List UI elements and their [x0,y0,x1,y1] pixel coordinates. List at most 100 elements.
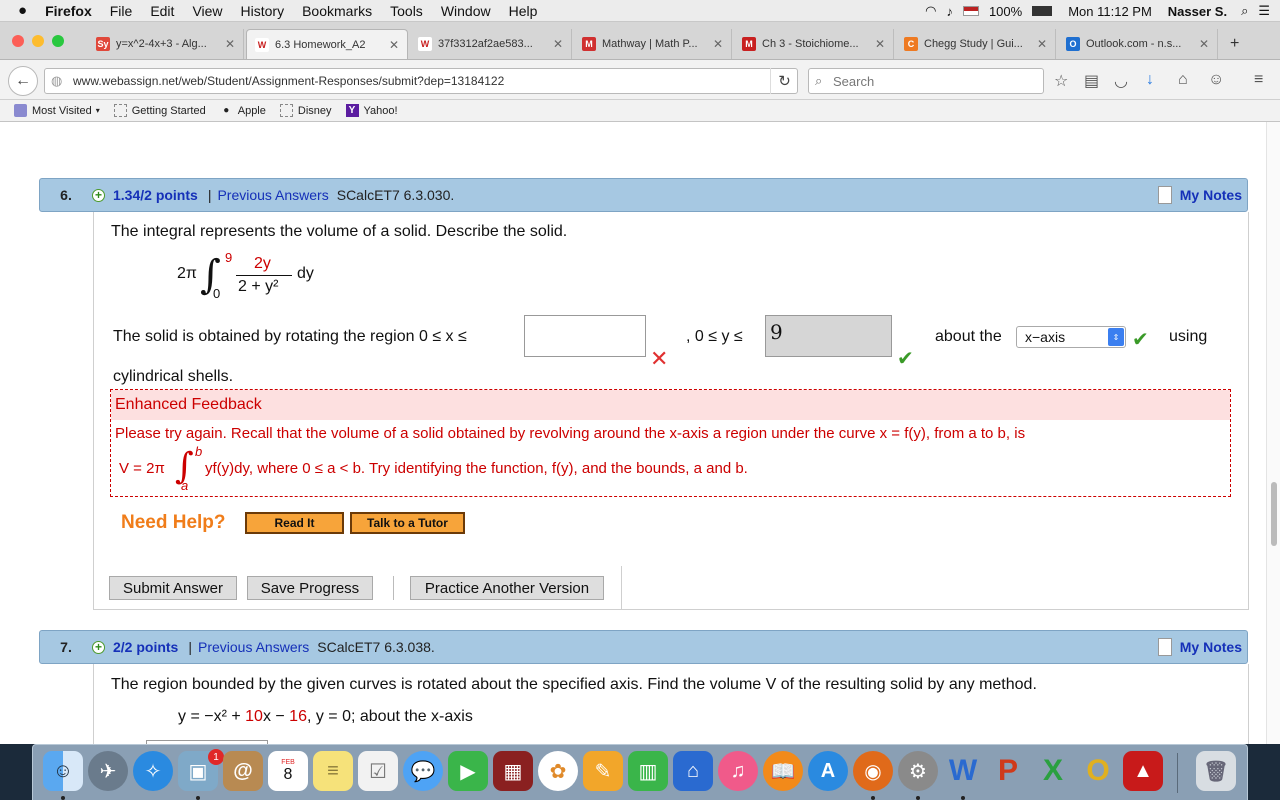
clock[interactable]: Mon 11:12 PM [1068,4,1152,19]
menu-view[interactable]: View [183,3,231,19]
bookmark-apple[interactable]: ● Apple [220,104,266,117]
search-input[interactable]: ⌕ Search [808,68,1044,94]
safari-icon[interactable]: ✧ [133,751,173,791]
points-link[interactable]: 2/2 points [113,639,178,655]
close-icon[interactable]: ✕ [225,37,235,51]
facetime-icon[interactable]: ▶ [448,751,488,791]
back-button[interactable]: ← [8,66,38,96]
photos-icon[interactable]: ✿ [538,751,578,791]
messages-icon[interactable]: 💬 [403,751,443,791]
pages-icon[interactable]: ✎ [583,751,623,791]
plus-icon[interactable]: + [92,640,105,654]
volume-icon[interactable]: ♪ [946,4,953,19]
battery-icon[interactable] [1032,6,1053,16]
menu-window[interactable]: Window [432,3,500,19]
excel-icon[interactable]: X [1033,751,1073,791]
read-it-button[interactable]: Read It [245,512,344,534]
menu-bookmarks[interactable]: Bookmarks [293,3,381,19]
menu-edit[interactable]: Edit [141,3,183,19]
tab-algebra[interactable]: Sy y=x^2-4x+3 - Alg... ✕ [88,29,244,59]
user-name[interactable]: Nasser S. [1168,4,1227,19]
reload-button[interactable]: ↻ [770,68,798,94]
flag-icon[interactable] [962,6,979,16]
menu-tools[interactable]: Tools [381,3,432,19]
scrollbar-thumb[interactable] [1271,482,1277,546]
itunes-icon[interactable]: ♫ [718,751,758,791]
menu-history[interactable]: History [232,3,294,19]
home-icon[interactable]: ⌂ [1178,71,1188,89]
keynote-icon[interactable]: ⌂ [673,751,713,791]
hello-icon[interactable]: ☺ [1208,71,1224,89]
x-bound-input[interactable] [524,315,646,357]
close-window-button[interactable] [12,35,24,47]
trash-icon[interactable]: 🗑 [1196,751,1236,791]
tab-chegg[interactable]: C Chegg Study | Gui... ✕ [896,29,1056,59]
bookmark-disney[interactable]: Disney [279,104,332,117]
url-bar[interactable]: ◍ www.webassign.net/web/Student/Assignmen… [44,68,798,94]
search-icon: ⌕ [815,73,823,88]
new-tab-button[interactable]: + [1222,29,1250,59]
close-icon[interactable]: ✕ [1037,37,1047,51]
plus-icon[interactable]: + [92,188,105,202]
tab-mathway[interactable]: M Mathway | Math P... ✕ [574,29,732,59]
word-icon[interactable]: W [943,751,983,791]
menu-app[interactable]: Firefox [36,3,101,19]
finder-icon[interactable]: ☺ [43,751,83,791]
bookmark-most-visited[interactable]: Most Visited ▾ [14,104,100,117]
photo-booth-icon[interactable]: ▦ [493,751,533,791]
hamburger-menu-icon[interactable]: ≡ [1254,71,1263,89]
pocket-icon[interactable]: ◡ [1114,71,1128,91]
zoom-window-button[interactable] [52,35,64,47]
save-progress-button[interactable]: Save Progress [247,576,373,600]
launchpad-icon[interactable]: ✈ [88,751,128,791]
question-id: SCalcET7 6.3.038. [317,639,435,655]
menu-file[interactable]: File [101,3,142,19]
tab-webassign-file[interactable]: W 37f3312af2ae583... ✕ [410,29,572,59]
notes-icon[interactable]: ≡ [313,751,353,791]
close-icon[interactable]: ✕ [875,37,885,51]
numbers-icon[interactable]: ▥ [628,751,668,791]
previous-answers-link[interactable]: Previous Answers [198,639,309,655]
powerpoint-icon[interactable]: P [988,751,1028,791]
spotlight-icon[interactable]: ⌕ [1241,3,1248,19]
reading-list-icon[interactable]: ▤ [1084,71,1099,91]
bookmark-star-icon[interactable]: ☆ [1054,71,1068,91]
y-bound-input[interactable]: 9 [765,315,892,357]
axis-select[interactable]: x−axis ⇕ [1016,326,1126,348]
close-icon[interactable]: ✕ [713,37,723,51]
apple-icon[interactable]: ● [0,2,36,19]
minimize-window-button[interactable] [32,35,44,47]
ibooks-icon[interactable]: 📖 [763,751,803,791]
enhanced-feedback-box: Enhanced Feedback Please try again. Reca… [110,389,1231,497]
close-icon[interactable]: ✕ [389,38,399,52]
practice-another-version-button[interactable]: Practice Another Version [410,576,604,600]
close-icon[interactable]: ✕ [553,37,563,51]
points-link[interactable]: 1.34/2 points [113,187,198,203]
submit-answer-button[interactable]: Submit Answer [109,576,237,600]
contacts-icon[interactable]: @ [223,751,263,791]
close-icon[interactable]: ✕ [1199,37,1209,51]
acrobat-icon[interactable]: ▲ [1123,751,1163,791]
calendar-icon[interactable]: FEB 8 [268,751,308,791]
menu-help[interactable]: Help [500,3,547,19]
talk-to-tutor-button[interactable]: Talk to a Tutor [350,512,465,534]
reminders-icon[interactable]: ☑ [358,751,398,791]
yahoo-icon: Y [345,104,359,117]
download-icon[interactable]: ↓ [1146,71,1154,89]
my-notes-button[interactable]: My Notes [1157,638,1242,656]
system-preferences-icon[interactable]: ⚙ [898,751,938,791]
bookmark-yahoo[interactable]: Y Yahoo! [345,104,398,117]
firefox-icon[interactable]: ◉ [853,751,893,791]
previous-answers-link[interactable]: Previous Answers [217,187,328,203]
bookmark-getting-started[interactable]: Getting Started [113,104,206,117]
tab-homework[interactable]: W 6.3 Homework_A2 ✕ [246,29,408,59]
app-store-icon[interactable]: A [808,751,848,791]
my-notes-button[interactable]: My Notes [1157,186,1242,204]
calendar-day: 8 [283,765,293,783]
tab-stoichiometry[interactable]: M Ch 3 - Stoichiome... ✕ [734,29,894,59]
outlook-app-icon[interactable]: O [1078,751,1118,791]
page-scrollbar[interactable] [1266,122,1280,744]
tab-outlook[interactable]: O Outlook.com - n.s... ✕ [1058,29,1218,59]
wifi-icon[interactable]: ◠ [925,3,936,19]
notification-icon[interactable]: ☰ [1258,3,1270,19]
